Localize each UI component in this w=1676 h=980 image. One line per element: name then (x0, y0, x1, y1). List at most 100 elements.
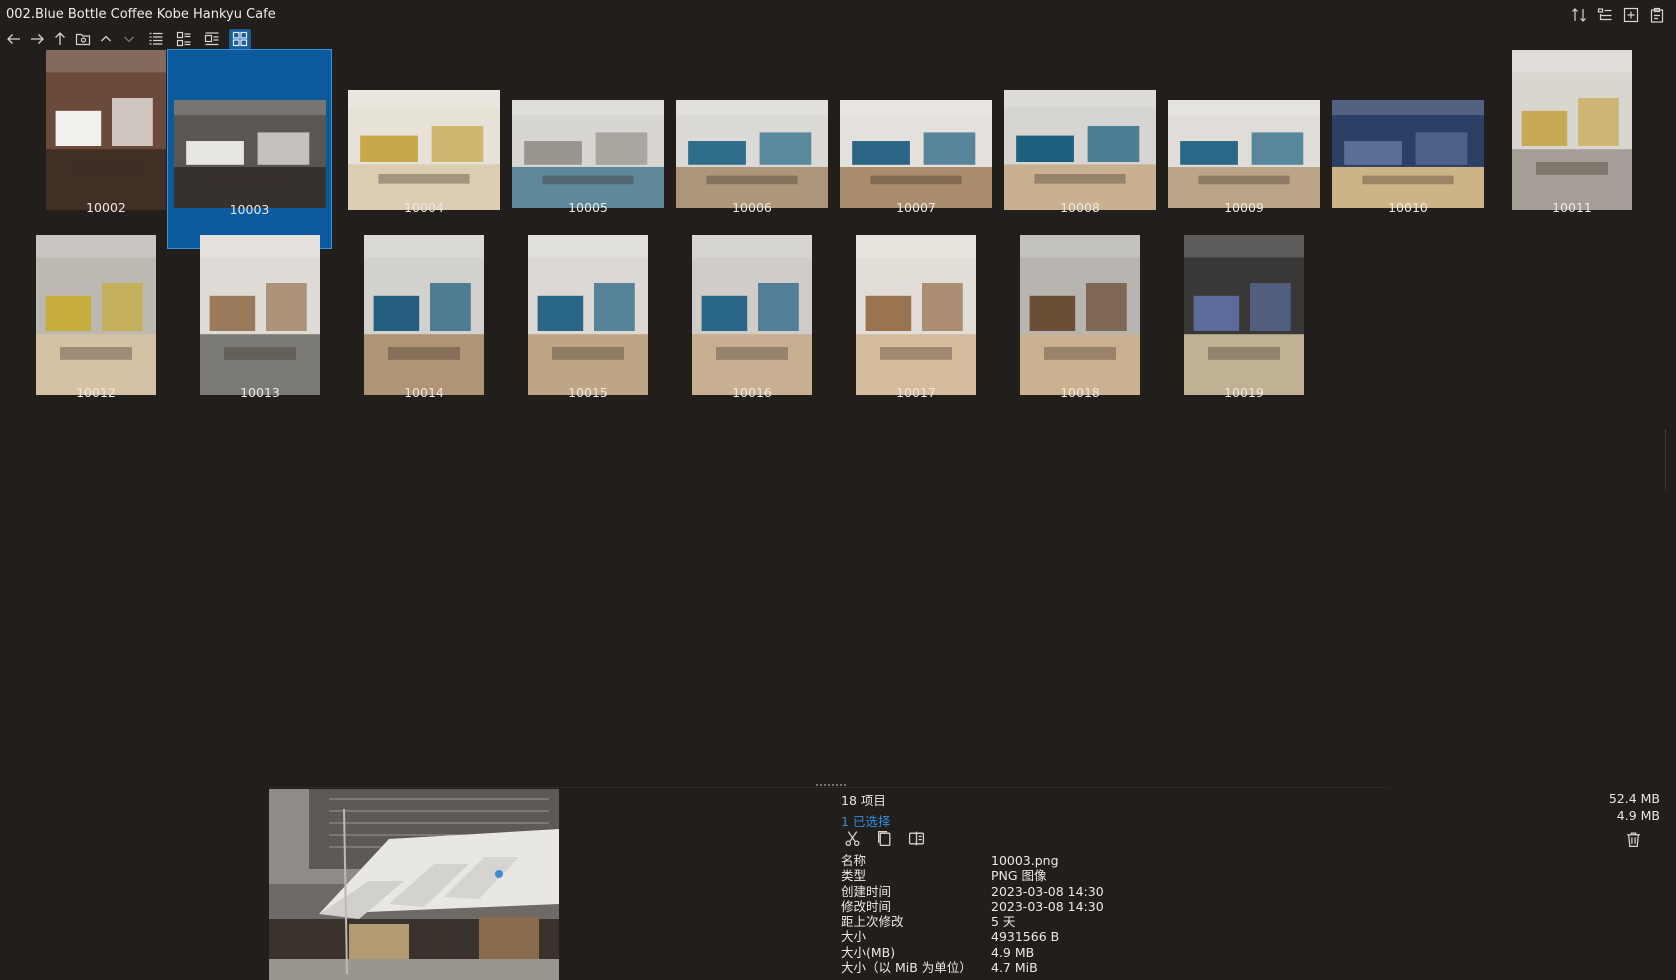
scroll-grip[interactable] (1665, 430, 1674, 490)
new-tab-icon[interactable] (1622, 6, 1640, 24)
top-right-icons (1570, 6, 1666, 24)
thumbnail-label: 10011 (1552, 200, 1592, 215)
thumbnail-image (200, 235, 320, 395)
thumbnail-tile[interactable]: 10014 (348, 235, 500, 421)
thumbnail-label: 10007 (896, 200, 936, 215)
thumbnails-view-icon[interactable] (229, 29, 251, 49)
property-key: 创建时间 (841, 883, 892, 899)
pane-divider (270, 787, 1390, 788)
copy-icon[interactable] (873, 827, 895, 849)
title-bar: 002.Blue Bottle Coffee Kobe Hankyu Cafe (0, 0, 1676, 30)
scissors-icon[interactable] (841, 827, 863, 849)
thumbnail-image (676, 100, 828, 208)
thumbnail-tile[interactable]: 10011 (1496, 50, 1648, 236)
back-arrow-icon[interactable] (4, 29, 24, 49)
thumbnail-tile[interactable]: 10008 (1004, 50, 1156, 236)
property-value: 4931566 B (991, 929, 1060, 945)
thumbnail-tile[interactable]: 10016 (676, 235, 828, 421)
thumbnail-image (692, 235, 812, 395)
navigation-toolbar (4, 28, 251, 50)
thumbnail-tile[interactable]: 10009 (1168, 50, 1320, 236)
property-row: 大小(MB) 4.9 MB (841, 945, 1104, 960)
property-row: 类型 PNG 图像 (841, 868, 1104, 883)
sort-icon[interactable] (1570, 6, 1588, 24)
thumbnail-tile[interactable]: 10003 (167, 49, 332, 249)
thumbnail-tile[interactable]: 10007 (840, 50, 992, 236)
chevron-up-icon[interactable] (96, 29, 116, 49)
thumbnail-tile[interactable]: 10005 (512, 50, 664, 236)
property-key: 距上次修改 (841, 914, 904, 930)
thumbnail-tile[interactable]: 10015 (512, 235, 664, 421)
property-row: 大小（以 MiB 为单位） 4.7 MiB (841, 960, 1104, 975)
property-row: 距上次修改 5 天 (841, 914, 1104, 929)
details-view-icon[interactable] (173, 29, 195, 49)
thumbnail-image (1184, 235, 1304, 395)
thumbnail-image (840, 100, 992, 208)
thumbnail-tile[interactable]: 10012 (20, 235, 172, 421)
clipboard-icon[interactable] (1648, 6, 1666, 24)
forward-arrow-icon[interactable] (27, 29, 47, 49)
properties-list: 名称 10003.png 类型 PNG 图像 创建时间 2023-03-08 14:30 修… (841, 853, 1104, 975)
thumbnail-image (528, 235, 648, 395)
property-value: 4.7 MiB (991, 960, 1038, 976)
thumbnail-label: 10008 (1060, 200, 1100, 215)
size-summary: 52.4 MB 4.9 MB (1609, 790, 1660, 824)
thumbnail-tile[interactable]: 10017 (840, 235, 992, 421)
thumbnail-image (1020, 235, 1140, 395)
property-row: 修改时间 2023-03-08 14:30 (841, 899, 1104, 914)
thumbnail-tile[interactable]: 10019 (1168, 235, 1320, 421)
property-key: 大小（以 MiB 为单位） (841, 960, 972, 976)
thumbnail-tile[interactable]: 10006 (676, 50, 828, 236)
thumbnail-image (1332, 100, 1484, 208)
thumbnail-tile[interactable]: 10002 (30, 50, 182, 236)
image-preview (269, 789, 559, 980)
thumbnail-label: 10019 (1224, 385, 1264, 400)
thumbnail-label: 10004 (404, 200, 444, 215)
thumbnail-label: 10016 (732, 385, 772, 400)
thumbnail-image (173, 100, 326, 208)
property-key: 大小(MB) (841, 944, 896, 960)
thumbnail-label: 10012 (76, 385, 116, 400)
list-view-icon[interactable] (145, 29, 167, 49)
thumbnail-label: 10003 (229, 202, 270, 217)
file-actions (841, 827, 927, 849)
trash-icon[interactable] (1622, 828, 1644, 850)
selected-size: 4.9 MB (1616, 808, 1660, 823)
property-value: 4.9 MB (991, 944, 1035, 960)
thumbnail-tile[interactable]: 10013 (184, 235, 336, 421)
property-value: 2023-03-08 14:30 (991, 898, 1104, 914)
details-pane-icon[interactable] (1596, 6, 1614, 24)
folder-icon[interactable] (73, 29, 93, 49)
thumbnail-label: 10015 (568, 385, 608, 400)
up-arrow-icon[interactable] (50, 29, 70, 49)
thumbnail-tile[interactable]: 10004 (348, 50, 500, 236)
property-value: 2023-03-08 14:30 (991, 883, 1104, 899)
thumbnail-label: 10014 (404, 385, 444, 400)
thumbnail-label: 10017 (896, 385, 936, 400)
property-key: 大小 (841, 929, 867, 945)
thumbnail-label: 10013 (240, 385, 280, 400)
thumbnail-label: 10005 (568, 200, 608, 215)
property-value: PNG 图像 (991, 868, 1047, 884)
thumbnail-image (364, 235, 484, 395)
thumbnail-image (46, 50, 166, 210)
property-value: 10003.png (991, 853, 1059, 868)
info-panel: 18 项目 1 已选择 (841, 790, 1661, 830)
property-row: 创建时间 2023-03-08 14:30 (841, 884, 1104, 899)
property-value: 5 天 (991, 914, 1016, 930)
thumbnail-grid: 10002 10003 10004 10005 10006 10007 10008 10009… (0, 49, 1676, 790)
property-row: 大小 4931566 B (841, 929, 1104, 944)
thumbnail-image (36, 235, 156, 395)
tiles-view-icon[interactable] (201, 29, 223, 49)
compare-icon[interactable] (905, 827, 927, 849)
thumbnail-tile[interactable]: 10018 (1004, 235, 1156, 421)
selected-count[interactable]: 1 已选择 (841, 811, 1661, 830)
thumbnail-image (512, 100, 664, 208)
thumbnail-image (1512, 50, 1632, 210)
thumbnail-tile[interactable]: 10010 (1332, 50, 1484, 236)
thumbnail-image (348, 90, 500, 210)
thumbnail-label: 10002 (86, 200, 126, 215)
property-key: 修改时间 (841, 898, 892, 914)
chevron-down-icon[interactable] (119, 29, 139, 49)
thumbnail-label: 10010 (1388, 200, 1428, 215)
